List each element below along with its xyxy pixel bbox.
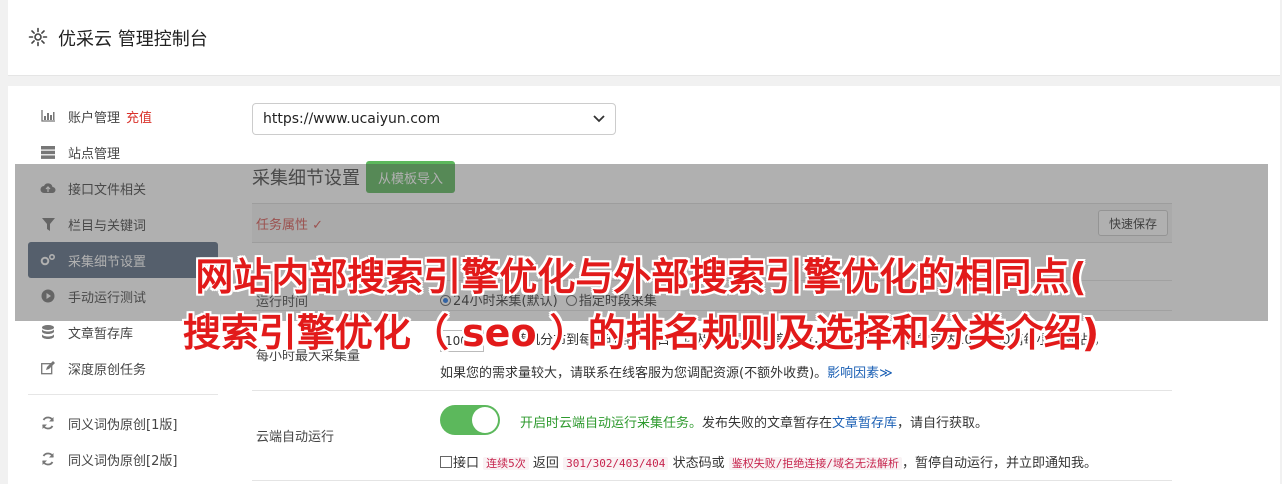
toggle-knob [472, 407, 498, 433]
sidebar-item-synonym-v2[interactable]: 同义词伪原创[2版] [28, 441, 218, 477]
cloud-run-text-b: ，请自行获取。 [897, 416, 989, 431]
code-status: 301/302/403/404 [563, 457, 669, 470]
top-header: 优采云 管理控制台 [8, 0, 1280, 76]
max-per-hour-line2: 如果您的需求量较大，请联系在线客服为您调配资源(不额外收费)。影响因素≫ [440, 362, 893, 381]
watermark-title-line2: 搜索引擎优化（ seo ）的排名规则及选择和分类介绍) [182, 311, 1100, 355]
main-content: https://www.ucaiyun.com 采集细节设置 从模板导入 任务属… [252, 103, 1172, 481]
bar-chart-icon [40, 108, 56, 124]
server-icon [40, 144, 56, 160]
sidebar-item-label: 同义词伪原创[2版] [68, 453, 178, 469]
article-store-link[interactable]: 文章暂存库 [832, 416, 897, 431]
sidebar-item-label: 同义词伪原创[1版] [68, 417, 178, 433]
pause-text-4: ，暂停自动运行，并立即通知我。 [901, 456, 1097, 471]
sidebar-item-account[interactable]: 账户管理 充值 [28, 98, 218, 134]
gear-icon [28, 27, 48, 47]
cloud-run-desc: 开启时云端自动运行采集任务。发布失败的文章暂存在文章暂存库，请自行获取。 [520, 412, 988, 431]
cloud-run-text-a: 发布失败的文章暂存在 [702, 416, 833, 431]
sidebar-item-label: 深度原创任务 [68, 362, 147, 378]
sidebar-item-synonym-v1[interactable]: 同义词伪原创[1版] [28, 405, 218, 441]
pause-rule: 接口 连续5次 返回 301/302/403/404 状态码或 鉴权失败/拒绝连… [440, 452, 1097, 471]
table-row: 云端自动运行 开启时云端自动运行采集任务。发布失败的文章暂存在文章暂存库，请自行… [252, 391, 1172, 481]
site-select-value: https://www.ucaiyun.com [263, 111, 441, 127]
code-consecutive: 连续5次 [483, 457, 529, 470]
sidebar-item-label: 站点管理 [68, 146, 121, 162]
refresh-icon [40, 415, 56, 431]
pause-text-2: 返回 [532, 456, 559, 471]
cloud-run-on-text: 开启时云端自动运行采集任务。 [520, 416, 703, 431]
cloud-run-toggle[interactable] [440, 405, 500, 435]
chevron-down-icon [593, 113, 605, 126]
sidebar-item-label: 账户管理 [68, 110, 121, 126]
max-per-hour-note: 如果您的需求量较大，请联系在线客服为您调配资源(不额外收费)。 [440, 366, 828, 381]
sidebar-divider [28, 394, 218, 395]
site-select[interactable]: https://www.ucaiyun.com [252, 103, 616, 135]
pause-text-3: 状态码或 [672, 456, 725, 471]
watermark-title-line1: 网站内部搜索引擎优化与外部搜索引擎优化的相同点( [195, 255, 1087, 299]
pause-checkbox[interactable] [440, 456, 452, 468]
console-title: 优采云 管理控制台 [58, 29, 208, 50]
recharge-link[interactable]: 充值 [126, 107, 152, 126]
code-errors: 鉴权失败/拒绝连接/域名无法解析 [728, 457, 902, 470]
factors-link[interactable]: 影响因素≫ [827, 366, 893, 381]
refresh-icon [40, 451, 56, 467]
pause-text-1: 接口 [453, 456, 480, 471]
edit-icon [40, 360, 56, 376]
cloud-run-label: 云端自动运行 [256, 430, 335, 445]
